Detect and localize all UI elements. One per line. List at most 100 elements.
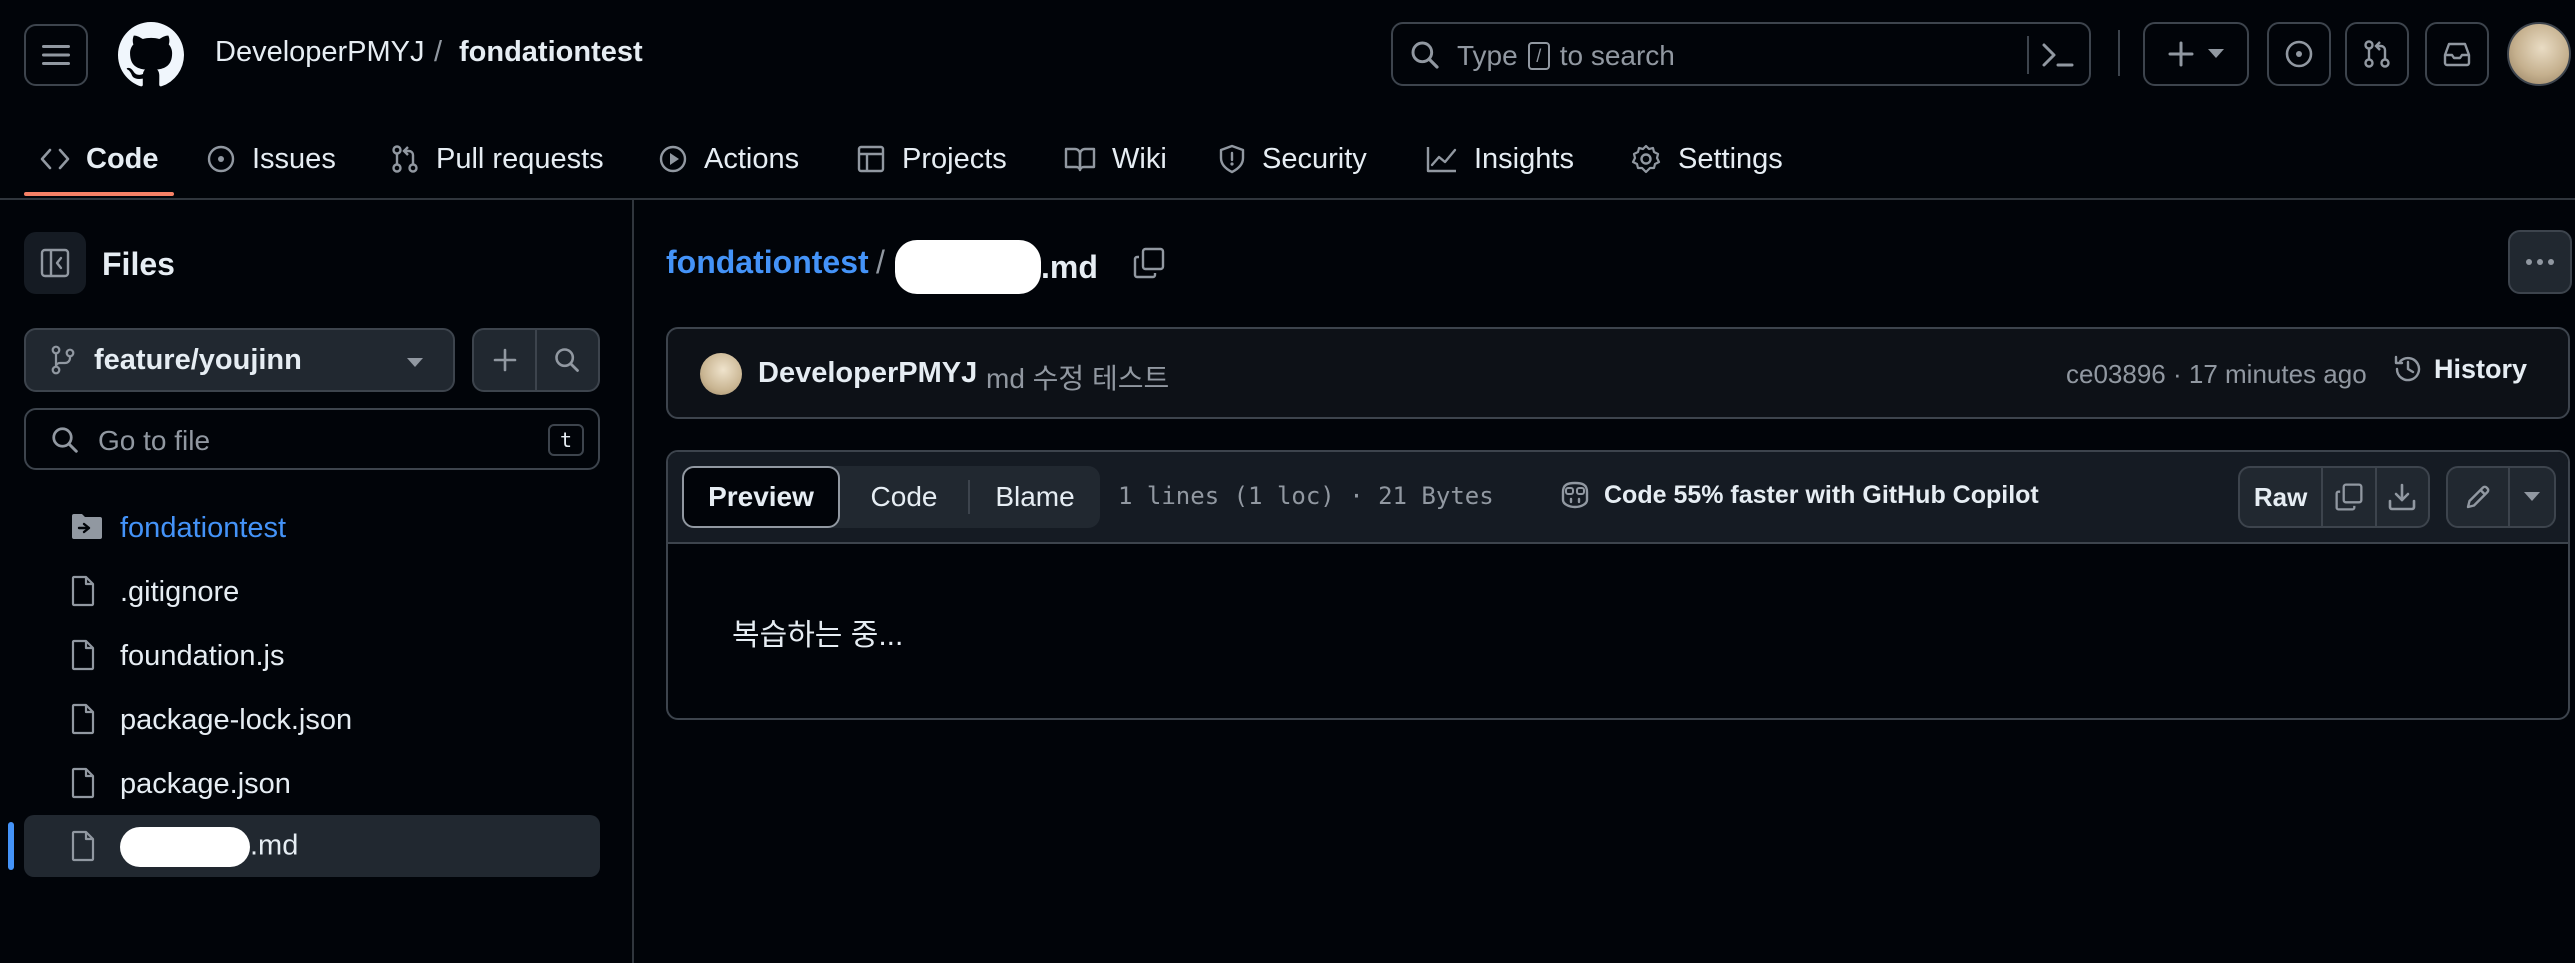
more-options-button[interactable] — [2508, 230, 2572, 294]
inbox-icon — [2443, 42, 2471, 67]
edit-dropdown-button[interactable] — [2510, 468, 2554, 526]
tab-actions[interactable]: Actions — [658, 120, 799, 198]
book-icon — [1064, 147, 1096, 172]
file-path-filename: .md — [895, 240, 1098, 294]
tab-settings[interactable]: Settings — [1630, 120, 1783, 198]
inbox-button[interactable] — [2425, 22, 2489, 86]
github-logo-icon[interactable] — [118, 22, 184, 88]
search-placeholder: Type / to search — [1457, 40, 1675, 72]
tab-projects[interactable]: Projects — [856, 120, 1007, 198]
file-icon — [71, 703, 95, 735]
tab-wiki[interactable]: Wiki — [1064, 120, 1167, 198]
commit-meta[interactable]: ce03896 · 17 minutes ago — [2066, 359, 2367, 390]
file-icon — [71, 767, 95, 799]
plus-icon — [493, 348, 516, 372]
tab-code-label: Code — [86, 142, 159, 175]
tree-item-file[interactable]: package.json — [24, 752, 600, 814]
markdown-preview: 복습하는 중... — [732, 619, 904, 652]
breadcrumb-repo-link[interactable]: fondationtest — [459, 36, 643, 69]
file-stats: 1 lines (1 loc) · 21 Bytes — [1118, 482, 1494, 510]
branch-name: feature/youjinn — [94, 343, 302, 376]
commit-message-link[interactable]: md 수정 테스트 — [986, 357, 1169, 397]
hamburger-icon — [42, 45, 70, 65]
search-placeholder-suffix: to search — [1559, 40, 1675, 71]
gear-icon — [1631, 144, 1661, 174]
triangle-down-icon — [407, 358, 423, 367]
tab-security-label: Security — [1262, 142, 1367, 175]
copilot-promo-text: Code 55% faster with GitHub Copilot — [1604, 480, 2039, 509]
file-path-repo-link[interactable]: fondationtest — [666, 244, 869, 281]
copy-path-button[interactable] — [1132, 246, 1166, 280]
search-input[interactable]: Type / to search — [1391, 22, 2091, 86]
copy-icon — [1133, 247, 1165, 279]
command-palette-icon[interactable] — [2041, 41, 2075, 69]
copy-icon — [2335, 483, 2363, 511]
create-new-button[interactable] — [2143, 22, 2249, 86]
code-tab[interactable]: Code — [840, 466, 968, 528]
triangle-down-icon — [2524, 492, 2540, 501]
copilot-promo-link[interactable]: Code 55% faster with GitHub Copilot — [1558, 480, 2039, 510]
search-files-button[interactable] — [537, 330, 598, 390]
pencil-icon — [2466, 485, 2490, 509]
menu-button[interactable] — [24, 24, 88, 86]
file-viewer: Preview Code Blame 1 lines (1 loc) · 21 … — [666, 450, 2570, 720]
preview-tab[interactable]: Preview — [682, 466, 840, 528]
tree-item-file-selected[interactable]: .md — [24, 815, 600, 877]
raw-actions-group: Raw — [2238, 466, 2430, 528]
header-divider — [2118, 30, 2120, 76]
view-mode-segmented-control: Preview Code Blame — [682, 466, 1100, 528]
tree-item-file[interactable]: package-lock.json — [24, 688, 600, 750]
tree-item-file[interactable]: .gitignore — [24, 560, 600, 622]
tree-item-label-wrap: .md — [120, 827, 298, 867]
go-to-file-input[interactable]: Go to file t — [24, 408, 600, 470]
issues-button[interactable] — [2267, 22, 2331, 86]
tree-item-label: package.json — [120, 768, 291, 800]
tab-projects-label: Projects — [902, 142, 1007, 175]
tab-code[interactable]: Code — [40, 120, 159, 198]
issue-opened-icon — [207, 145, 235, 173]
blame-tab[interactable]: Blame — [970, 466, 1100, 528]
git-branch-icon — [51, 345, 75, 375]
selected-item-indicator — [8, 822, 14, 870]
file-toolbar: Preview Code Blame 1 lines (1 loc) · 21 … — [668, 452, 2568, 544]
shield-icon — [1219, 144, 1245, 174]
history-button[interactable]: History — [2392, 353, 2527, 385]
tab-issues-label: Issues — [252, 142, 336, 175]
table-icon — [857, 145, 885, 173]
branch-selector[interactable]: feature/youjinn — [24, 328, 455, 392]
tab-issues[interactable]: Issues — [206, 120, 336, 198]
raw-button[interactable]: Raw — [2240, 468, 2321, 526]
commit-author-link[interactable]: DeveloperPMYJ — [758, 357, 977, 390]
tab-insights[interactable]: Insights — [1426, 120, 1574, 198]
go-to-file-shortcut: t — [548, 424, 584, 456]
tab-pull-requests-label: Pull requests — [436, 142, 604, 175]
pull-requests-button[interactable] — [2345, 22, 2409, 86]
redacted-name — [895, 240, 1041, 294]
edit-file-button[interactable] — [2448, 468, 2508, 526]
breadcrumb-owner-link[interactable]: DeveloperPMYJ — [215, 36, 425, 69]
file-name-suffix: .md — [1041, 248, 1098, 285]
file-icon — [71, 830, 95, 862]
add-file-button[interactable] — [474, 330, 535, 390]
tab-wiki-label: Wiki — [1112, 142, 1167, 175]
commit-author-avatar[interactable] — [700, 353, 742, 395]
tree-item-folder[interactable]: fondationtest — [24, 496, 600, 558]
tab-security[interactable]: Security — [1218, 120, 1367, 198]
user-avatar[interactable] — [2507, 22, 2571, 86]
files-title: Files — [102, 246, 175, 282]
tree-item-label: foundation.js — [120, 640, 285, 672]
code-icon — [40, 148, 70, 170]
copy-raw-button[interactable] — [2323, 468, 2374, 526]
latest-commit-box: DeveloperPMYJ md 수정 테스트 ce03896 · 17 min… — [666, 327, 2570, 419]
tree-actions-group — [472, 328, 600, 392]
git-pull-request-icon — [392, 145, 418, 173]
tab-pull-requests[interactable]: Pull requests — [390, 120, 604, 198]
tree-item-file[interactable]: foundation.js — [24, 624, 600, 686]
download-raw-button[interactable] — [2377, 468, 2428, 526]
raw-label: Raw — [2253, 481, 2308, 512]
go-to-file-placeholder: Go to file — [98, 425, 211, 456]
play-icon — [659, 145, 687, 173]
collapse-sidebar-button[interactable] — [24, 232, 86, 294]
tab-actions-label: Actions — [704, 142, 800, 175]
search-divider — [2027, 36, 2029, 74]
